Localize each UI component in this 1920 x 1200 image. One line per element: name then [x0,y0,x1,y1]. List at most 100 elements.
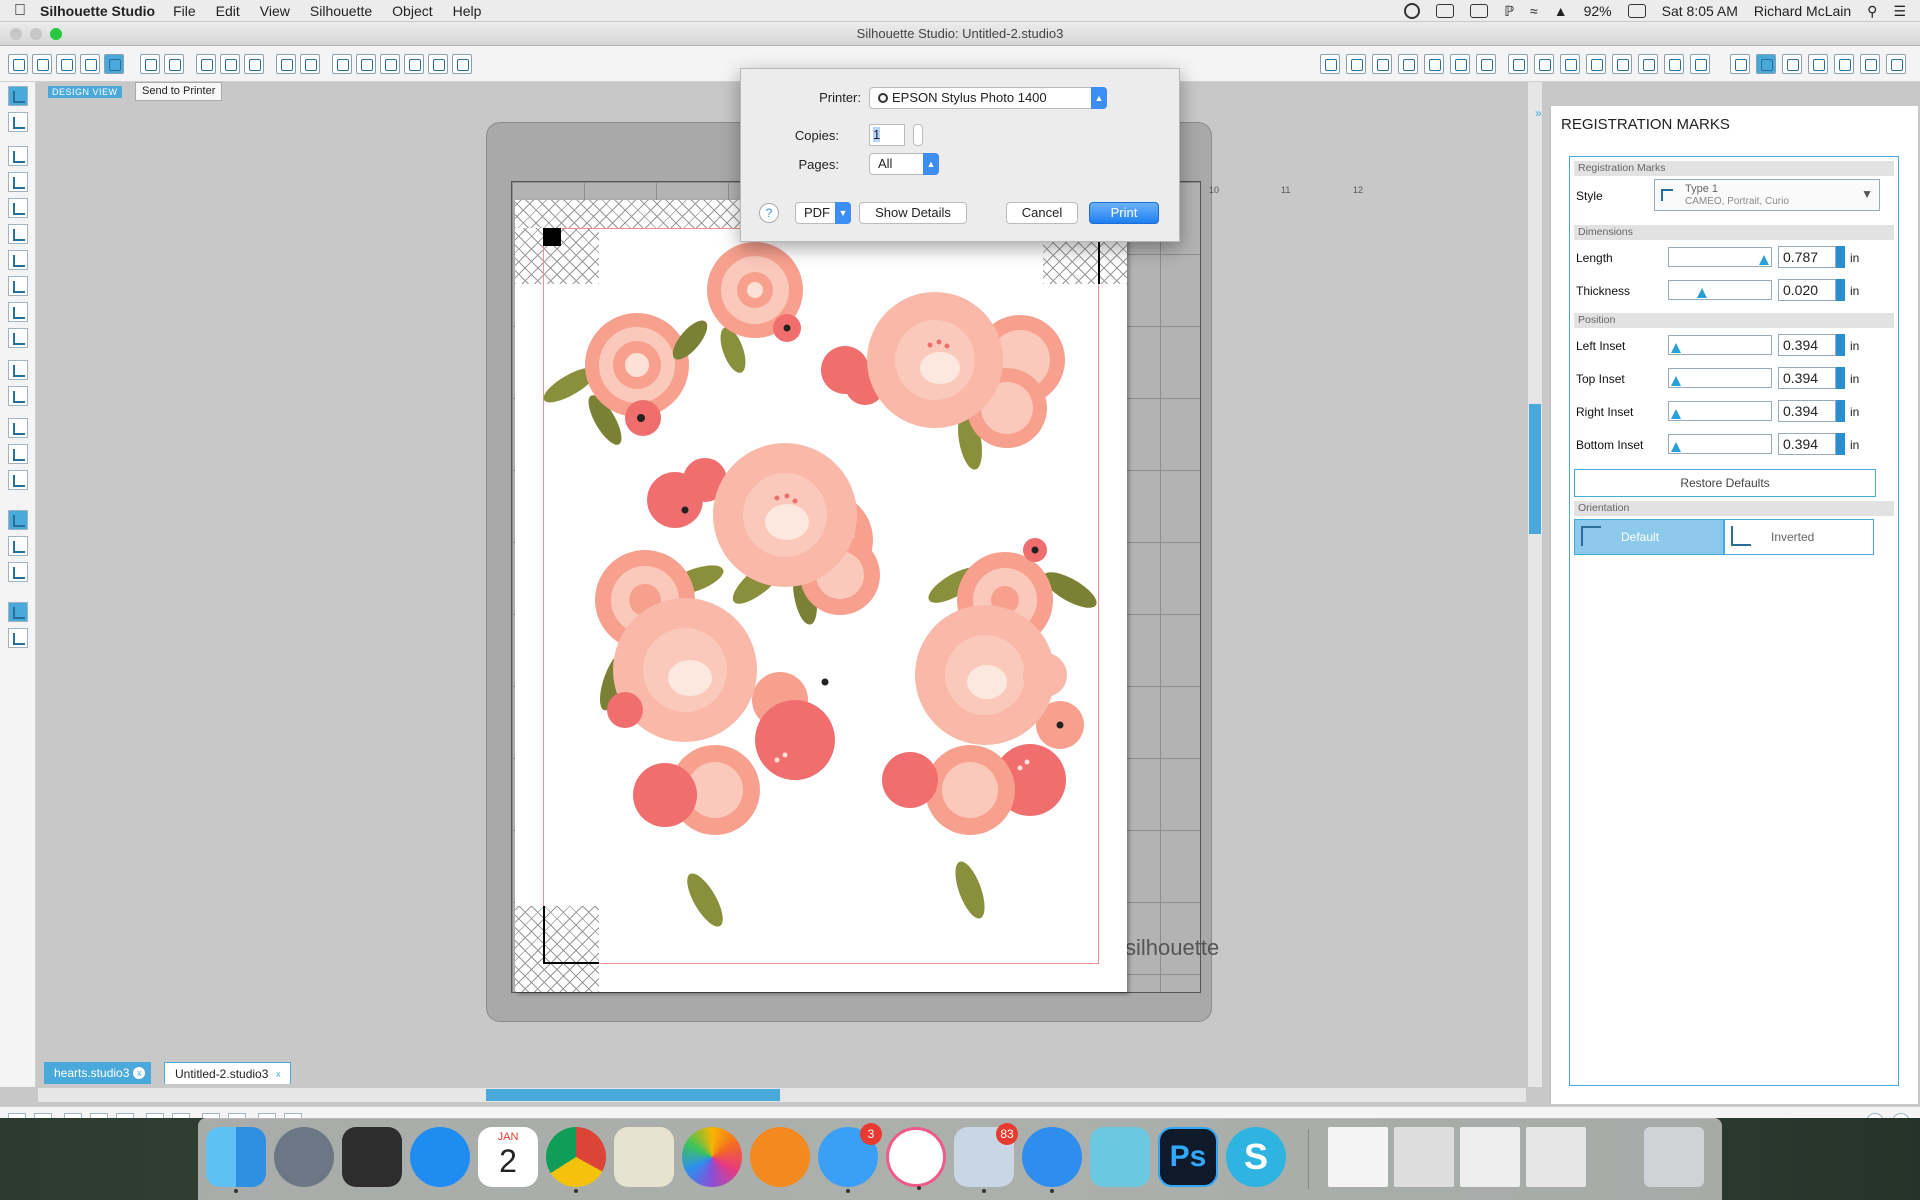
notification-center-icon[interactable]: ☰ [1893,3,1906,20]
eraser-tool[interactable] [8,444,28,464]
bottom-inset-slider[interactable] [1668,434,1772,454]
replicate-button[interactable] [1476,54,1496,74]
left-inset-stepper[interactable] [1836,334,1845,356]
left-inset-slider[interactable] [1668,335,1772,355]
collapse-panel-icon[interactable]: » [1535,106,1542,120]
fit-to-window-button[interactable] [452,54,472,74]
curve-tool[interactable] [8,276,28,296]
redo-button[interactable] [300,54,320,74]
chrome-icon[interactable] [546,1127,606,1193]
line-style-button[interactable] [1424,54,1444,74]
move-button[interactable] [1612,54,1632,74]
length-stepper[interactable] [1836,246,1845,268]
send-to-printer-button[interactable] [164,54,184,74]
safari-icon[interactable] [1022,1127,1082,1193]
line-tool[interactable] [8,146,28,166]
trash-icon[interactable] [1644,1127,1704,1187]
regular-polygon-tool[interactable] [8,386,28,406]
menu-edit[interactable]: Edit [216,3,240,19]
length-input[interactable]: 0.787 [1778,246,1836,268]
zoom-in-button[interactable] [356,54,376,74]
thickness-stepper[interactable] [1836,279,1845,301]
thickness-input[interactable]: 0.020 [1778,279,1836,301]
itunes-icon[interactable] [886,1127,946,1190]
text-tool[interactable] [8,418,28,438]
scale-button[interactable] [1586,54,1606,74]
modify-button[interactable] [1638,54,1658,74]
zoom-out-button[interactable] [380,54,400,74]
mail-icon[interactable]: 83 [954,1123,1018,1193]
close-tab-icon[interactable]: x [272,1068,284,1080]
photoshop-icon[interactable]: Ps [1158,1127,1218,1187]
pan-button[interactable] [332,54,352,74]
zoom-window-button[interactable] [50,28,62,40]
show-details-button[interactable]: Show Details [859,202,967,224]
volume-icon[interactable]: ▲ [1554,3,1568,19]
single-view-tool[interactable] [8,602,28,622]
cut-settings-button[interactable] [1808,54,1828,74]
user-name[interactable]: Richard McLain [1754,3,1851,19]
smooth-freehand-tool[interactable] [8,328,28,348]
store-tool[interactable] [8,562,28,582]
menu-help[interactable]: Help [453,3,482,19]
freehand-tool[interactable] [8,302,28,322]
menu-object[interactable]: Object [392,3,432,19]
edit-points-tool[interactable] [8,112,28,132]
restore-defaults-button[interactable]: Restore Defaults [1574,469,1876,497]
calendar-icon[interactable]: JAN 2 [478,1127,538,1187]
apple-menu-icon[interactable]:  [0,2,40,20]
pages-select[interactable]: All ▲ [869,153,939,175]
chevron-down-icon[interactable]: ▼ [1861,187,1873,201]
doc-tab-hearts[interactable]: hearts.studio3 x [44,1062,152,1084]
app-menu[interactable]: Silhouette Studio [40,3,155,19]
image-capture-icon[interactable] [342,1127,402,1187]
horizontal-scroll-thumb[interactable] [486,1089,780,1101]
preview-icon[interactable] [614,1127,674,1187]
app-tray-icon[interactable] [1436,4,1455,18]
ibooks-icon[interactable] [750,1127,810,1187]
menu-view[interactable]: View [260,3,290,19]
right-inset-stepper[interactable] [1836,400,1845,422]
menu-file[interactable]: File [173,3,196,19]
offset-button[interactable] [1664,54,1684,74]
recent-doc-thumbnail[interactable] [1526,1127,1586,1187]
chevron-down-icon[interactable]: ▼ [835,202,851,224]
length-slider[interactable] [1668,247,1772,267]
finder-icon[interactable] [206,1127,266,1193]
ellipse-tool[interactable] [8,224,28,244]
page-setup-button[interactable] [1730,54,1750,74]
chevron-updown-icon[interactable]: ▲ [1091,87,1107,109]
left-inset-input[interactable]: 0.394 [1778,334,1836,356]
rectangle-tool[interactable] [8,172,28,192]
creative-cloud-icon[interactable] [1404,3,1421,19]
copy-button[interactable] [196,54,216,74]
line-color-button[interactable] [1398,54,1418,74]
polygon-tool[interactable] [8,250,28,270]
vertical-scrollbar[interactable] [1528,82,1542,1087]
clock[interactable]: Sat 8:05 AM [1662,3,1738,19]
top-inset-input[interactable]: 0.394 [1778,367,1836,389]
print-page[interactable] [515,200,1127,992]
messages-icon[interactable]: 3 [818,1123,882,1193]
library-view-tool[interactable] [8,536,28,556]
slider-knob[interactable] [1670,409,1681,419]
rounded-rectangle-tool[interactable] [8,198,28,218]
slider-knob[interactable] [1670,343,1681,353]
display-icon[interactable] [1470,4,1489,18]
minimize-window-button[interactable] [30,28,42,40]
new-file-button[interactable] [8,54,28,74]
fill-gradient-button[interactable] [1346,54,1366,74]
help-button[interactable]: ? [759,203,779,223]
send-to-silhouette-button[interactable] [1886,54,1906,74]
doc-tab-untitled-2[interactable]: Untitled-2.studio3 x [164,1062,292,1084]
app-store-icon[interactable] [410,1127,470,1187]
drag-zoom-button[interactable] [428,54,448,74]
bluetooth-icon[interactable]: ℙ [1504,3,1514,20]
close-tab-icon[interactable]: x [133,1067,146,1079]
grid-button[interactable] [1782,54,1802,74]
pdf-menu-button[interactable]: PDF ▼ [795,202,851,224]
recent-doc-thumbnail[interactable] [1328,1127,1388,1187]
transform-button[interactable] [1534,54,1554,74]
copies-stepper[interactable] [913,124,923,146]
save-button[interactable] [80,54,100,74]
